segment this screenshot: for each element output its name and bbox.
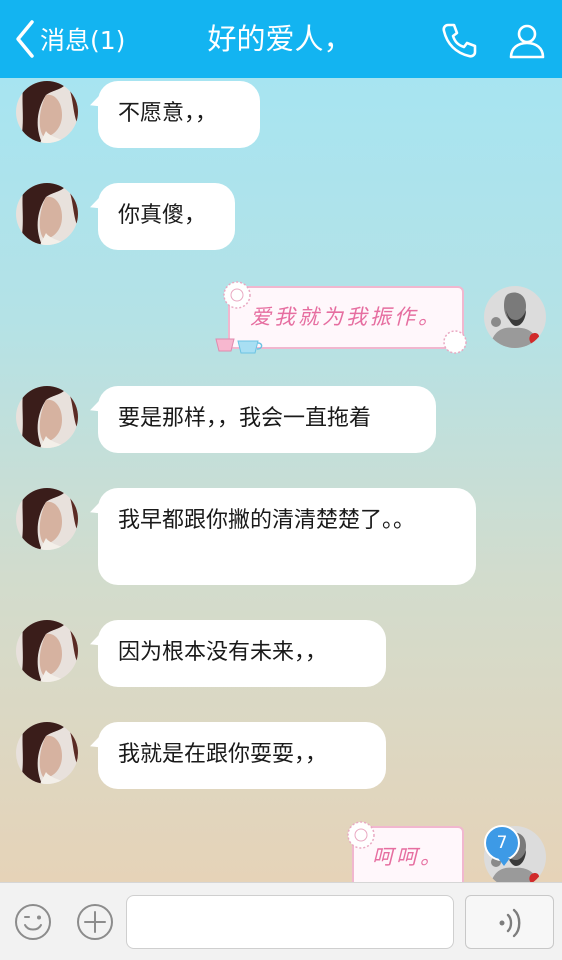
user-icon[interactable]: [507, 20, 547, 60]
message-bubble-left[interactable]: 不愿意，，: [98, 81, 260, 148]
sticker-text: 呵呵。: [372, 845, 444, 869]
contact-avatar-image: [16, 386, 78, 448]
chat-title: 好的爱人，: [207, 22, 353, 56]
sticker-message-right[interactable]: 呵呵。: [347, 821, 464, 882]
contact-avatar-image: [16, 488, 78, 550]
contact-avatar-image: [16, 183, 78, 245]
phone-icon[interactable]: [439, 20, 479, 60]
message-list[interactable]: 不愿意，， 你真傻， 爱我就为我振作。 要是那样，，我会一直拖着 我早都跟你撇的…: [0, 78, 562, 882]
back-label: 消息(1): [40, 26, 126, 55]
contact-avatar[interactable]: [16, 620, 78, 682]
message-bubble-left[interactable]: 要是那样，，我会一直拖着: [98, 386, 436, 453]
chat-header: 消息(1) 好的爱人，: [0, 0, 562, 78]
message-text: 我就是在跟你耍耍，，: [118, 742, 328, 767]
teacups-icon: [215, 338, 263, 354]
lace-decoration-icon: [347, 821, 375, 849]
back-button[interactable]: 消息(1): [12, 18, 125, 60]
voice-icon: [499, 908, 521, 938]
contact-avatar-image: [16, 81, 78, 143]
sticker-text: 爱我就为我振作。: [250, 305, 442, 329]
message-input[interactable]: [126, 895, 454, 949]
unread-badge[interactable]: 7: [484, 825, 520, 866]
contact-avatar[interactable]: [16, 488, 78, 550]
sticker-message-right[interactable]: 爱我就为我振作。: [215, 281, 467, 354]
message-bubble-left[interactable]: 你真傻，: [98, 183, 235, 250]
message-text: 我早都跟你撇的清清楚楚了。。: [118, 508, 416, 533]
contact-avatar[interactable]: [16, 183, 78, 245]
lace-decoration-icon: [223, 281, 251, 309]
message-text: 不愿意，，: [118, 101, 218, 126]
message-text: 因为根本没有未来，，: [118, 640, 328, 665]
lace-decoration-icon: [443, 330, 467, 354]
emoji-icon[interactable]: [14, 903, 52, 941]
plus-icon[interactable]: [76, 903, 114, 941]
contact-avatar-image: [16, 620, 78, 682]
message-bubble-left[interactable]: 因为根本没有未来，，: [98, 620, 386, 687]
contact-avatar-image: [16, 722, 78, 784]
my-avatar[interactable]: [484, 286, 546, 348]
chevron-left-icon: [16, 20, 34, 58]
contact-avatar[interactable]: [16, 386, 78, 448]
message-text: 你真傻，: [118, 203, 207, 228]
message-text: 要是那样，，我会一直拖着: [118, 406, 372, 431]
message-bubble-left[interactable]: 我就是在跟你耍耍，，: [98, 722, 386, 789]
my-avatar-image: [484, 286, 546, 348]
contact-avatar[interactable]: [16, 722, 78, 784]
contact-avatar[interactable]: [16, 81, 78, 143]
message-bubble-left[interactable]: 我早都跟你撇的清清楚楚了。。: [98, 488, 476, 585]
input-bar: [0, 882, 562, 960]
voice-button[interactable]: [465, 895, 554, 949]
